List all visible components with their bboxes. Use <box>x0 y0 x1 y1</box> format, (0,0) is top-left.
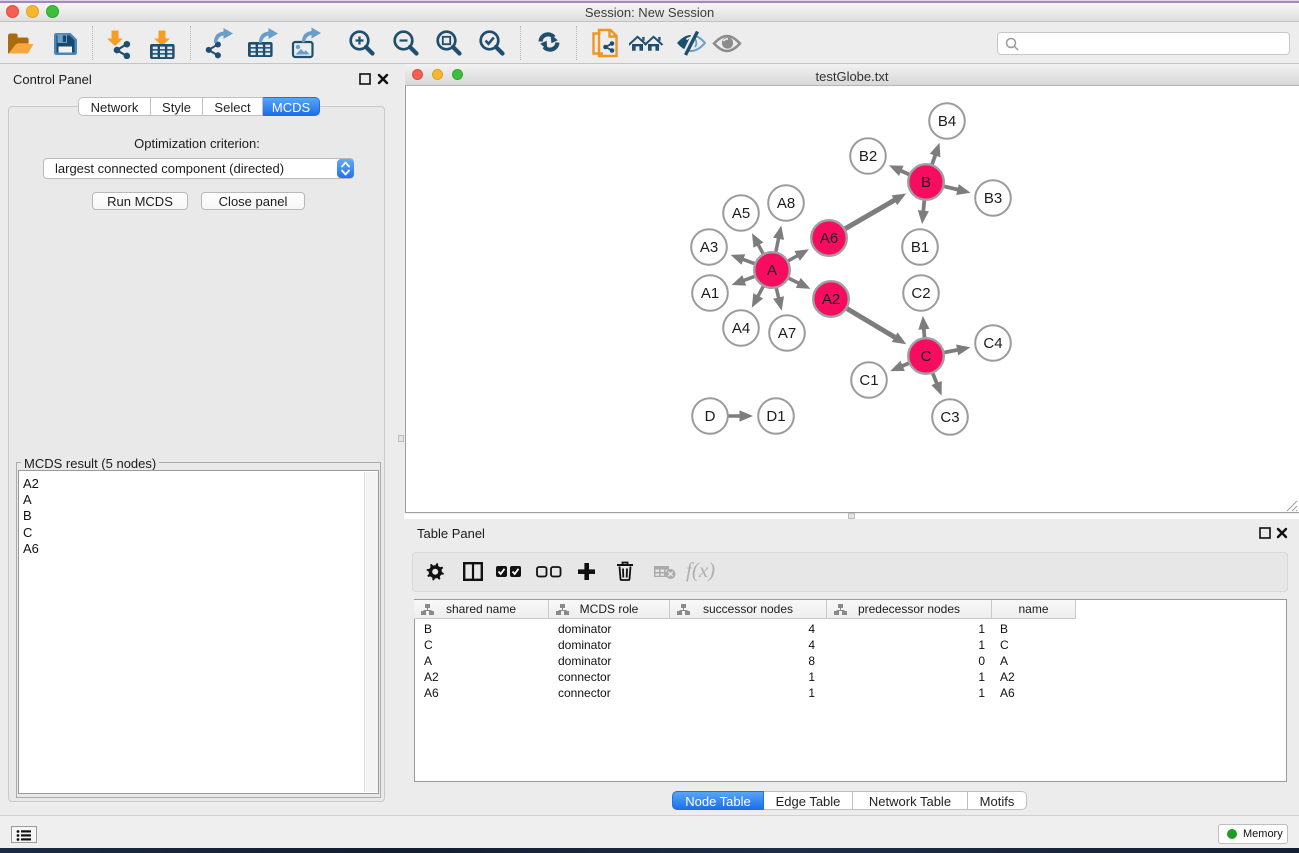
svg-text:A1: A1 <box>701 285 719 302</box>
svg-text:A8: A8 <box>777 195 795 212</box>
svg-text:A4: A4 <box>732 320 750 337</box>
svg-text:B2: B2 <box>859 148 877 165</box>
svg-text:D1: D1 <box>766 408 785 425</box>
svg-text:B1: B1 <box>911 239 929 256</box>
svg-text:C3: C3 <box>940 409 959 426</box>
svg-text:A5: A5 <box>732 205 750 222</box>
svg-text:A3: A3 <box>700 239 718 256</box>
svg-text:D: D <box>705 408 716 425</box>
svg-text:C4: C4 <box>983 335 1002 352</box>
svg-text:A6: A6 <box>820 230 838 247</box>
svg-text:B: B <box>921 174 931 191</box>
svg-text:C2: C2 <box>911 285 930 302</box>
svg-text:A7: A7 <box>778 325 796 342</box>
svg-text:C1: C1 <box>859 372 878 389</box>
svg-text:B4: B4 <box>938 113 956 130</box>
svg-text:A: A <box>767 262 777 279</box>
svg-text:C: C <box>921 348 932 365</box>
svg-text:A2: A2 <box>822 291 840 308</box>
svg-text:B3: B3 <box>984 190 1002 207</box>
